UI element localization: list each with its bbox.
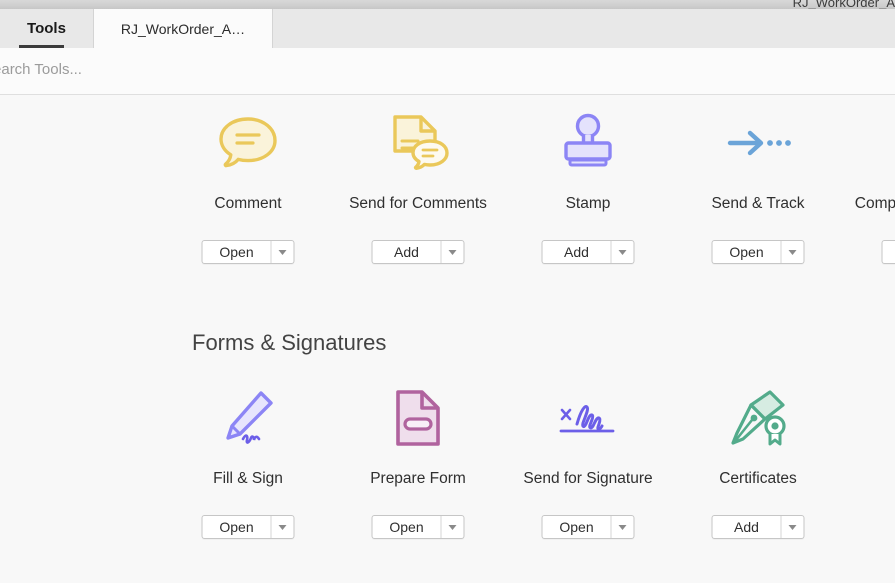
chevron-down-icon [619,250,627,255]
tool-button-stamp-dropdown[interactable] [611,241,634,263]
tab-tools-label: Tools [27,20,66,37]
tool-tile-grid: Fill & Sign Open Prepare Form Ope [0,370,895,545]
tool-label-prepare-form: Prepare Form [333,468,503,490]
tool-tile-fill-and-sign[interactable]: Fill & Sign Open [163,370,333,545]
tab-document-label: RJ_WorkOrder_A… [121,21,245,37]
tool-tile-comment[interactable]: Comment Open [163,95,333,270]
tool-button-stamp-label: Add [543,241,611,263]
tab-document[interactable]: RJ_WorkOrder_A… [93,9,273,48]
search-input-placeholder: Search Tools... [0,61,82,78]
tool-tile-send-for-signature[interactable]: Send for Signature Open [503,370,673,545]
stamp-icon [503,107,673,179]
chevron-down-icon [279,250,287,255]
tool-button-fill-and-sign-label: Open [203,516,271,538]
tool-button-comment-label: Open [203,241,271,263]
comment-bubble-icon [163,107,333,179]
certificate-pen-icon [673,382,843,454]
tool-label-stamp: Stamp [503,193,673,215]
tool-button-stamp[interactable]: Add [542,240,635,264]
section-title-forms-signatures: Forms & Signatures [192,330,386,356]
tool-button-send-for-signature-dropdown[interactable] [611,516,634,538]
tool-label-send-for-comments: Send for Comments [333,193,503,215]
tool-button-certificates-dropdown[interactable] [781,516,804,538]
tool-button-fill-and-sign-dropdown[interactable] [271,516,294,538]
form-document-icon [333,382,503,454]
tool-label-compare-documents: Compare Documents [843,193,895,215]
compare-documents-icon [843,107,895,179]
tool-button-prepare-form[interactable]: Open [372,515,465,539]
chevron-down-icon [789,525,797,530]
tool-label-certificates: Certificates [673,468,843,490]
signature-line-icon [503,382,673,454]
document-comment-icon [333,107,503,179]
tool-tile-certificates[interactable]: Certificates Add [673,370,843,545]
tool-button-comment[interactable]: Open [202,240,295,264]
chevron-down-icon [449,250,457,255]
arrow-track-icon [673,107,843,179]
tool-tile-compare-documents[interactable]: Compare Documents Open [843,95,895,270]
tool-button-send-for-signature[interactable]: Open [542,515,635,539]
chevron-down-icon [449,525,457,530]
tool-tile-prepare-form[interactable]: Prepare Form Open [333,370,503,545]
tool-label-send-for-signature: Send for Signature [503,468,673,490]
tool-tile-grid: Comment Open [0,95,895,270]
tool-button-certificates-label: Add [713,516,781,538]
chevron-down-icon [619,525,627,530]
tool-tile-stamp[interactable]: Stamp Add [503,95,673,270]
tab-tools[interactable]: Tools [0,9,93,48]
tools-content-area: Comment Open [0,95,895,583]
tool-label-fill-and-sign: Fill & Sign [163,468,333,490]
pencil-signature-icon [163,382,333,454]
tool-tile-send-and-track[interactable]: Send & Track Open [673,95,843,270]
tool-button-send-and-track-label: Open [713,241,781,263]
tool-button-send-and-track-dropdown[interactable] [781,241,804,263]
search-tools-bar[interactable]: Search Tools... [0,48,895,95]
chevron-down-icon [279,525,287,530]
tool-button-compare-documents-label: Open [883,241,895,263]
tool-button-compare-documents[interactable]: Open [882,240,895,264]
tool-button-fill-and-sign[interactable]: Open [202,515,295,539]
tool-button-send-for-comments[interactable]: Add [372,240,465,264]
tab-strip: Tools RJ_WorkOrder_A… [0,9,895,49]
tool-label-send-and-track: Send & Track [673,193,843,215]
tool-button-send-for-comments-label: Add [373,241,441,263]
tool-button-comment-dropdown[interactable] [271,241,294,263]
tool-button-prepare-form-label: Open [373,516,441,538]
tool-button-certificates[interactable]: Add [712,515,805,539]
tool-button-prepare-form-dropdown[interactable] [441,516,464,538]
tool-button-send-and-track[interactable]: Open [712,240,805,264]
tool-button-send-for-signature-label: Open [543,516,611,538]
tool-button-send-for-comments-dropdown[interactable] [441,241,464,263]
tool-tile-send-for-comments[interactable]: Send for Comments Add [333,95,503,270]
chevron-down-icon [789,250,797,255]
tool-label-comment: Comment [163,193,333,215]
